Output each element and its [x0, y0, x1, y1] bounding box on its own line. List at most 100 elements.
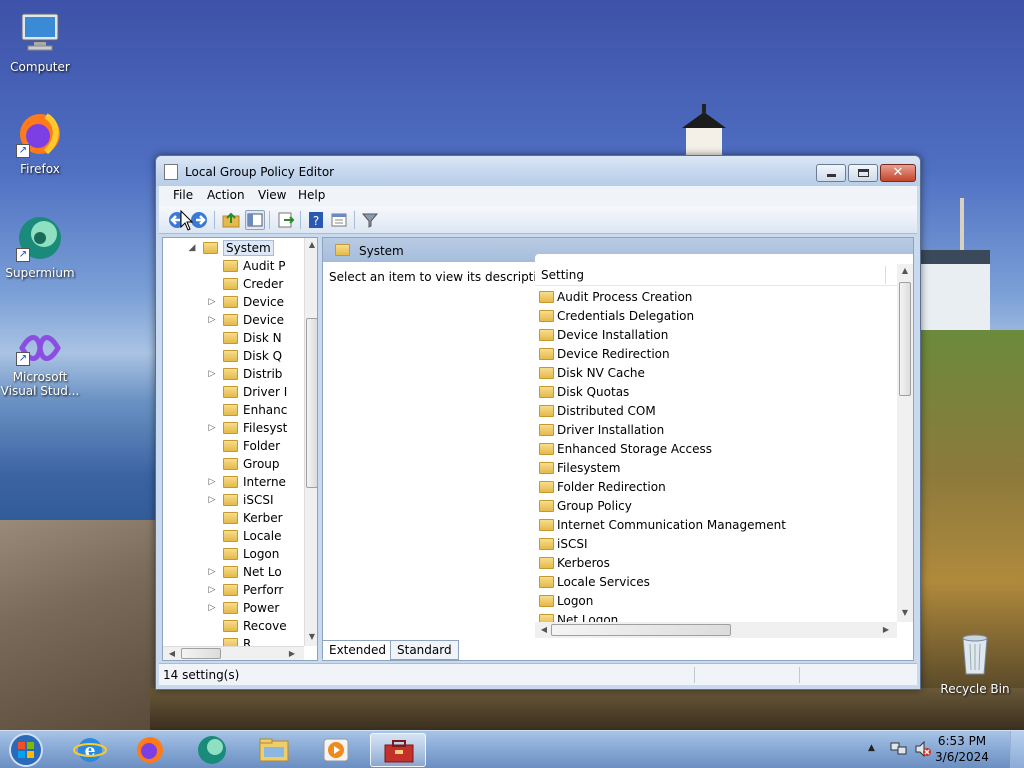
tree-item[interactable]: Creder — [163, 275, 303, 293]
tree-item[interactable]: ▷ Power — [163, 599, 303, 617]
tree-item[interactable]: ▷ Distrib — [163, 365, 303, 383]
network-tray-icon[interactable] — [890, 741, 908, 757]
menu-action[interactable]: Action — [207, 188, 245, 202]
show-desktop-button[interactable] — [1010, 731, 1024, 768]
list-item[interactable]: Filesystem — [535, 459, 895, 478]
menu-help[interactable]: Help — [298, 188, 325, 202]
tree-item[interactable]: Group — [163, 455, 303, 473]
taskbar-internet-explorer[interactable]: e — [62, 733, 118, 767]
tree-expander-icon[interactable] — [207, 441, 217, 451]
tree-vertical-scrollbar[interactable]: ▲ ▼ — [304, 238, 317, 646]
column-header-setting[interactable]: Setting — [535, 264, 899, 286]
clock-time[interactable]: 6:53 PM — [916, 734, 1008, 748]
desktop-icon-visual-studio[interactable]: ↗ Microsoft Visual Stud... — [0, 330, 80, 398]
properties-button[interactable] — [329, 210, 349, 230]
filter-button[interactable] — [360, 210, 380, 230]
list-item[interactable]: Device Redirection — [535, 345, 895, 364]
list-hscroll-thumb[interactable] — [551, 624, 731, 636]
desktop-icon-computer[interactable]: Computer — [0, 8, 80, 74]
tree-item[interactable]: Driver I — [163, 383, 303, 401]
tree-expander-icon[interactable] — [207, 549, 217, 559]
tree-expander-icon[interactable] — [207, 621, 217, 631]
tree-item[interactable]: Audit P — [163, 257, 303, 275]
tree-expander-icon[interactable]: ▷ — [207, 315, 217, 325]
tree-expander-icon[interactable] — [207, 279, 217, 289]
tree-hscroll-thumb[interactable] — [181, 648, 221, 659]
tree-item[interactable]: ▷ Perforr — [163, 581, 303, 599]
tree-expander-icon[interactable]: ▷ — [207, 495, 217, 505]
tree-horizontal-scrollbar[interactable]: ◀ ▶ — [163, 646, 304, 660]
tree-expander-icon[interactable]: ▷ — [207, 297, 217, 307]
up-level-button[interactable] — [221, 210, 241, 230]
tree-expander-icon[interactable]: ▷ — [207, 423, 217, 433]
list-item[interactable]: Audit Process Creation — [535, 288, 895, 307]
tree-item[interactable]: Enhanc — [163, 401, 303, 419]
taskbar-firefox[interactable] — [122, 733, 178, 767]
taskbar-supermium[interactable] — [184, 733, 240, 767]
tree-expander-icon[interactable]: ◢ — [187, 243, 197, 253]
list-item[interactable]: iSCSI — [535, 535, 895, 554]
tree-expander-icon[interactable]: ▷ — [207, 603, 217, 613]
clock-date[interactable]: 3/6/2024 — [916, 750, 1008, 764]
taskbar-media-player[interactable] — [308, 733, 364, 767]
list-item[interactable]: Credentials Delegation — [535, 307, 895, 326]
list-item[interactable]: Locale Services — [535, 573, 895, 592]
scroll-up-icon[interactable]: ▲ — [898, 266, 912, 275]
scroll-up-icon[interactable]: ▲ — [305, 240, 317, 249]
maximize-button[interactable] — [848, 164, 878, 182]
list-item[interactable]: Enhanced Storage Access — [535, 440, 895, 459]
tree-expander-icon[interactable] — [207, 459, 217, 469]
tree-item[interactable]: ▷ Device — [163, 311, 303, 329]
title-bar[interactable]: Local Group Policy Editor ✕ — [156, 156, 920, 186]
help-button[interactable]: ? — [306, 210, 326, 230]
tree-item[interactable]: Folder — [163, 437, 303, 455]
start-button[interactable] — [6, 733, 46, 767]
tree-expander-icon[interactable]: ▷ — [207, 369, 217, 379]
minimize-button[interactable] — [816, 164, 846, 182]
tree-item[interactable]: ▷ Net Lo — [163, 563, 303, 581]
scroll-right-icon[interactable]: ▶ — [285, 649, 299, 658]
tree-expander-icon[interactable] — [207, 261, 217, 271]
tree-item[interactable]: ▷ iSCSI — [163, 491, 303, 509]
scroll-down-icon[interactable]: ▼ — [898, 608, 912, 617]
list-horizontal-scrollbar[interactable]: ◀ ▶ — [535, 622, 897, 638]
tree-expander-icon[interactable] — [207, 333, 217, 343]
scroll-left-icon[interactable]: ◀ — [537, 625, 551, 634]
column-divider[interactable] — [885, 266, 886, 284]
scroll-down-icon[interactable]: ▼ — [305, 632, 317, 641]
tree-item[interactable]: ▷ Filesyst — [163, 419, 303, 437]
tree-item[interactable]: Recove — [163, 617, 303, 635]
tree-expander-icon[interactable] — [207, 513, 217, 523]
menu-file[interactable]: File — [173, 188, 193, 202]
menu-view[interactable]: View — [258, 188, 286, 202]
show-hide-tree-button[interactable] — [245, 210, 265, 230]
desktop-icon-recycle-bin[interactable]: Recycle Bin — [935, 630, 1015, 696]
tree-item[interactable]: Disk N — [163, 329, 303, 347]
list-item[interactable]: Kerberos — [535, 554, 895, 573]
close-button[interactable]: ✕ — [880, 164, 916, 182]
tree-expander-icon[interactable]: ▷ — [207, 567, 217, 577]
tree-expander-icon[interactable] — [207, 387, 217, 397]
export-list-button[interactable] — [276, 210, 296, 230]
tree-item[interactable]: Disk Q — [163, 347, 303, 365]
taskbar-group-policy-editor[interactable] — [370, 733, 426, 767]
list-scroll-thumb[interactable] — [899, 282, 911, 396]
desktop-icon-firefox[interactable]: ↗ Firefox — [0, 110, 80, 176]
list-item[interactable]: Logon — [535, 592, 895, 611]
tree-expander-icon[interactable] — [207, 531, 217, 541]
list-item[interactable]: Group Policy — [535, 497, 895, 516]
tree-expander-icon[interactable]: ▷ — [207, 585, 217, 595]
tree-item[interactable]: ◢ System — [163, 239, 303, 257]
tree-scroll-thumb[interactable] — [306, 318, 317, 488]
tree-item[interactable]: ▷ Device — [163, 293, 303, 311]
list-item[interactable]: Disk NV Cache — [535, 364, 895, 383]
taskbar-file-explorer[interactable] — [246, 733, 302, 767]
list-item[interactable]: Device Installation — [535, 326, 895, 345]
list-item[interactable]: Driver Installation — [535, 421, 895, 440]
tree-expander-icon[interactable] — [207, 351, 217, 361]
tab-extended[interactable]: Extended — [322, 640, 393, 660]
desktop-icon-supermium[interactable]: ↗ Supermium — [0, 214, 80, 280]
list-vertical-scrollbar[interactable]: ▲ ▼ — [897, 264, 913, 622]
tab-standard[interactable]: Standard — [390, 640, 459, 660]
scroll-left-icon[interactable]: ◀ — [165, 649, 179, 658]
